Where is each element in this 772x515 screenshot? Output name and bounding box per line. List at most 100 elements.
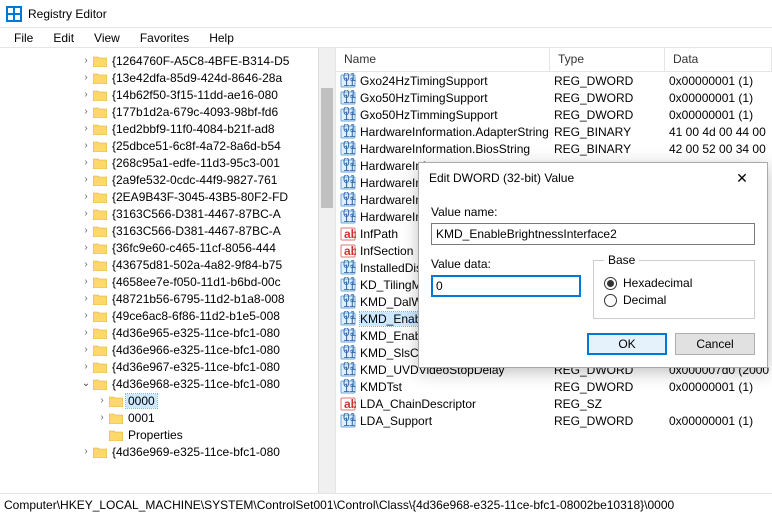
col-header-name[interactable]: Name — [336, 48, 550, 71]
radio-label-dec: Decimal — [623, 293, 666, 307]
tree-item[interactable]: ›{25dbce51-6c8f-4a72-8a6d-b54 — [0, 137, 335, 154]
tree-item[interactable]: › {4d36e965-e325-11ce-bfc1-080 — [0, 324, 335, 341]
tree-item[interactable]: ›{49ce6ac8-6f86-11d2-b1e5-008 — [0, 307, 335, 324]
radio-icon — [604, 294, 617, 307]
chevron-right-icon[interactable]: › — [96, 412, 108, 423]
cancel-button[interactable]: Cancel — [675, 333, 755, 355]
menu-help[interactable]: Help — [199, 29, 244, 47]
binary-value-icon: 011110 — [340, 379, 356, 395]
value-row[interactable]: 011110LDA_SupportREG_DWORD0x00000001 (1) — [336, 412, 772, 429]
tree-item-label: {13e42dfa-85d9-424d-8646-28a — [110, 71, 284, 85]
chevron-right-icon[interactable]: › — [80, 446, 92, 457]
chevron-right-icon[interactable]: › — [80, 123, 92, 134]
folder-icon — [92, 309, 108, 323]
value-data-input[interactable] — [431, 275, 581, 297]
binary-value-icon: 011110 — [340, 311, 356, 327]
chevron-right-icon[interactable]: › — [80, 174, 92, 185]
value-type: REG_DWORD — [550, 414, 665, 428]
chevron-right-icon[interactable]: › — [80, 344, 92, 355]
tree-item[interactable]: ›{4d36e966-e325-11ce-bfc1-080 — [0, 341, 335, 358]
svg-text:110: 110 — [343, 75, 356, 89]
value-name: LDA_Support — [360, 414, 432, 428]
tree-item[interactable]: ⌄{4d36e968-e325-11ce-bfc1-080 — [0, 375, 335, 392]
value-row[interactable]: 011110HardwareInformation.AdapterStringR… — [336, 123, 772, 140]
tree-item[interactable]: ›{3163C566-D381-4467-87BC-A — [0, 205, 335, 222]
value-type: REG_DWORD — [550, 108, 665, 122]
tree-item[interactable]: ›{268c95a1-edfe-11d3-95c3-001 — [0, 154, 335, 171]
chevron-right-icon[interactable]: › — [80, 242, 92, 253]
menu-edit[interactable]: Edit — [43, 29, 84, 47]
chevron-right-icon[interactable]: › — [80, 310, 92, 321]
menu-favorites[interactable]: Favorites — [130, 29, 199, 47]
chevron-down-icon[interactable]: ⌄ — [80, 378, 92, 389]
chevron-right-icon[interactable]: › — [80, 72, 92, 83]
tree-item[interactable]: ›{1264760F-A5C8-4BFE-B314-D5 — [0, 52, 335, 69]
close-icon[interactable]: ✕ — [727, 163, 757, 193]
value-name: KMD_DalWi — [360, 295, 425, 309]
tree-item[interactable]: ›{43675d81-502a-4a82-9f84-b75 — [0, 256, 335, 273]
menu-view[interactable]: View — [84, 29, 130, 47]
tree-item[interactable]: › {14b62f50-3f15-11dd-ae16-080 — [0, 86, 335, 103]
scroll-thumb[interactable] — [321, 88, 333, 208]
value-name: Gxo24HzTimingSupport — [360, 74, 488, 88]
binary-value-icon: 011110 — [340, 141, 356, 157]
chevron-right-icon[interactable]: › — [80, 106, 92, 117]
tree-item[interactable]: ›{3163C566-D381-4467-87BC-A — [0, 222, 335, 239]
svg-text:110: 110 — [343, 160, 356, 174]
chevron-right-icon[interactable]: › — [80, 140, 92, 151]
tree-item[interactable]: ›{2a9fe532-0cdc-44f9-9827-761 — [0, 171, 335, 188]
menubar: File Edit View Favorites Help — [0, 28, 772, 48]
chevron-right-icon[interactable]: › — [80, 191, 92, 202]
tree-item[interactable]: › {2EA9B43F-3045-43B5-80F2-FD — [0, 188, 335, 205]
tree-scrollbar[interactable] — [318, 48, 335, 493]
col-header-type[interactable]: Type — [550, 48, 665, 71]
value-name: HardwareInformation.BiosString — [360, 142, 530, 156]
folder-icon — [108, 394, 124, 408]
chevron-right-icon[interactable]: › — [80, 361, 92, 372]
tree-item-label: {14b62f50-3f15-11dd-ae16-080 — [110, 88, 280, 102]
chevron-right-icon[interactable]: › — [80, 55, 92, 66]
tree-item[interactable]: ›{4d36e969-e325-11ce-bfc1-080 — [0, 443, 335, 460]
chevron-right-icon[interactable]: › — [80, 293, 92, 304]
tree-item[interactable]: › {13e42dfa-85d9-424d-8646-28a — [0, 69, 335, 86]
chevron-right-icon[interactable]: › — [80, 259, 92, 270]
value-row[interactable]: 011110Gxo50HzTimmingSupportREG_DWORD0x00… — [336, 106, 772, 123]
svg-text:110: 110 — [343, 211, 356, 225]
tree-item[interactable]: ›{36fc9e60-c465-11cf-8056-444 — [0, 239, 335, 256]
tree-item[interactable]: ›{177b1d2a-679c-4093-98bf-fd6 — [0, 103, 335, 120]
binary-value-icon: 011110 — [340, 345, 356, 361]
titlebar: Registry Editor — [0, 0, 772, 28]
tree-pane[interactable]: ›{1264760F-A5C8-4BFE-B314-D5›{13e42dfa-8… — [0, 48, 336, 493]
chevron-right-icon[interactable]: › — [96, 395, 108, 406]
folder-icon — [92, 88, 108, 102]
value-row[interactable]: 011110Gxo24HzTimingSupportREG_DWORD0x000… — [336, 72, 772, 89]
statusbar: Computer\HKEY_LOCAL_MACHINE\SYSTEM\Contr… — [0, 493, 772, 515]
value-row[interactable]: 011110HardwareInformation.BiosStringREG_… — [336, 140, 772, 157]
value-row[interactable]: 011110Gxo50HzTimingSupportREG_DWORD0x000… — [336, 89, 772, 106]
radio-hexadecimal[interactable]: Hexadecimal — [604, 276, 744, 290]
chevron-right-icon[interactable]: › — [80, 327, 92, 338]
radio-decimal[interactable]: Decimal — [604, 293, 744, 307]
tree-item[interactable]: Properties — [0, 426, 335, 443]
tree-item-label: {4d36e965-e325-11ce-bfc1-080 — [110, 326, 282, 340]
chevron-right-icon[interactable]: › — [80, 225, 92, 236]
dialog-titlebar[interactable]: Edit DWORD (32-bit) Value ✕ — [419, 163, 767, 193]
tree-item[interactable]: ›0000 — [0, 392, 335, 409]
ok-button[interactable]: OK — [587, 333, 667, 355]
tree-item[interactable]: ›{4658ee7e-f050-11d1-b6bd-00c — [0, 273, 335, 290]
chevron-right-icon[interactable]: › — [80, 208, 92, 219]
tree-item[interactable]: ›{4d36e967-e325-11ce-bfc1-080 — [0, 358, 335, 375]
tree-item[interactable]: ›0001 — [0, 409, 335, 426]
tree-item-label: {2EA9B43F-3045-43B5-80F2-FD — [110, 190, 290, 204]
tree-item[interactable]: › {48721b56-6795-11d2-b1a8-008 — [0, 290, 335, 307]
value-row[interactable]: abLDA_ChainDescriptorREG_SZ — [336, 395, 772, 412]
menu-file[interactable]: File — [4, 29, 43, 47]
chevron-right-icon[interactable]: › — [80, 89, 92, 100]
chevron-right-icon[interactable]: › — [80, 276, 92, 287]
tree-item[interactable]: ›{1ed2bbf9-11f0-4084-b21f-ad8 — [0, 120, 335, 137]
value-row[interactable]: 011110KMDTstREG_DWORD0x00000001 (1) — [336, 378, 772, 395]
col-header-data[interactable]: Data — [665, 48, 772, 71]
tree-item-label: {48721b56-6795-11d2-b1a8-008 — [110, 292, 287, 306]
chevron-right-icon[interactable]: › — [80, 157, 92, 168]
value-name-input[interactable] — [431, 223, 755, 245]
